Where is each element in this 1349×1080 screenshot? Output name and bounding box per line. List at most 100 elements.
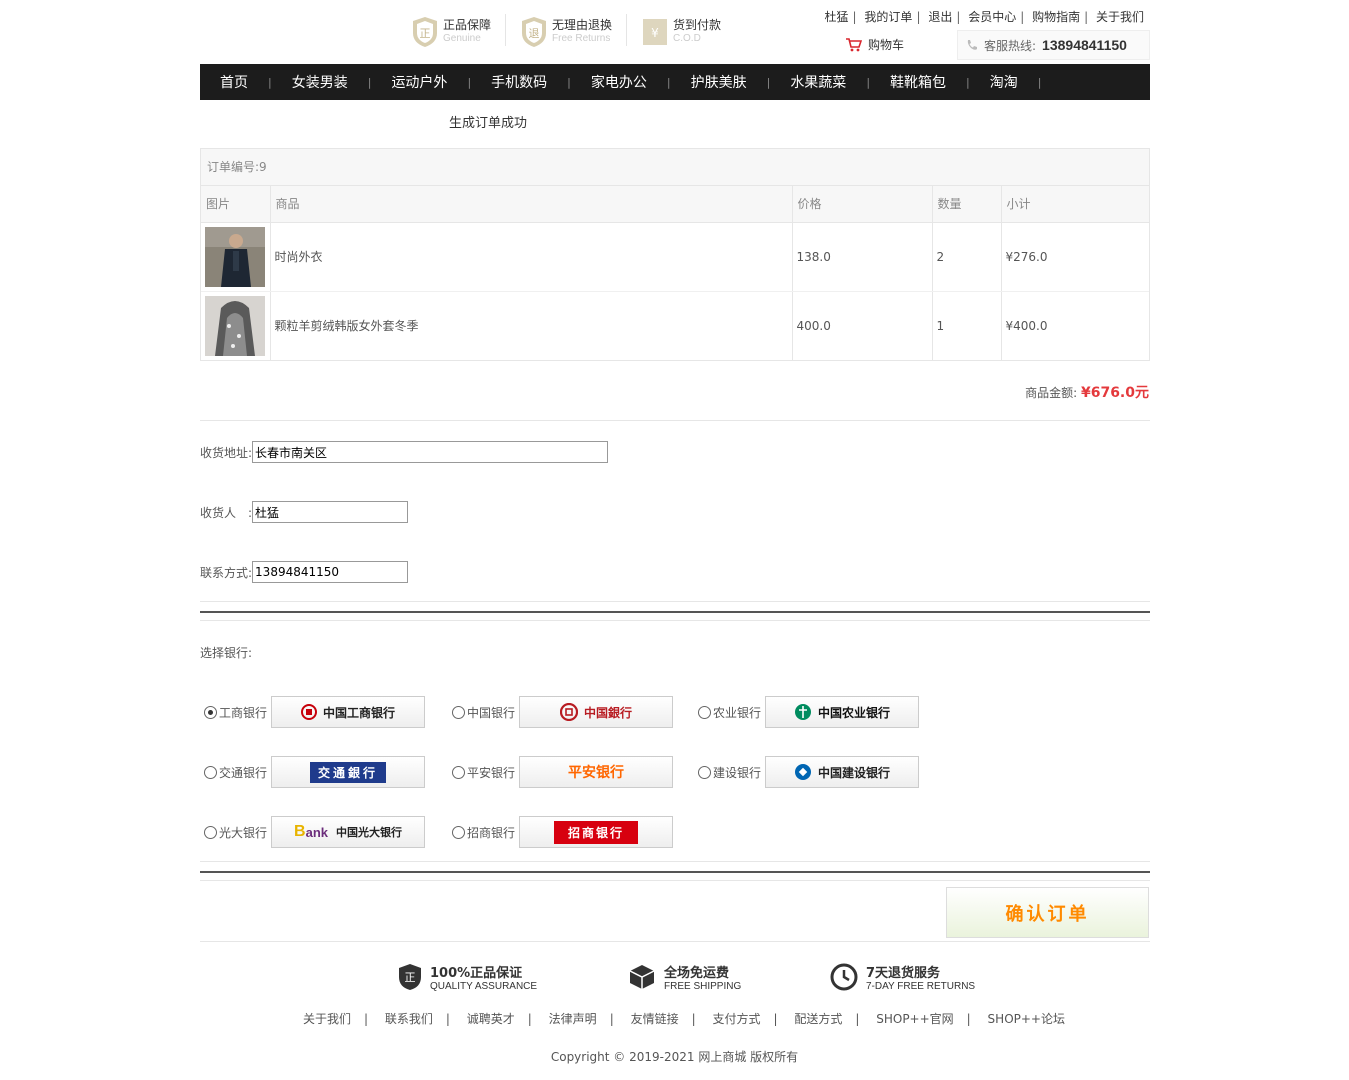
- bank-logo-text-pingan: 平安银行: [568, 765, 625, 781]
- footer-link-contact[interactable]: 联系我们: [385, 1012, 433, 1026]
- bank-logo-boc[interactable]: 中国銀行: [519, 696, 674, 728]
- radio-cmb[interactable]: [452, 825, 465, 839]
- bank-label-ccb: 建设银行: [713, 765, 762, 780]
- footer-link-delivery[interactable]: 配送方式: [794, 1012, 842, 1026]
- nav-item-sports[interactable]: 运动户外: [371, 72, 467, 92]
- my-orders-link[interactable]: 我的订单: [864, 10, 912, 24]
- product-qty: 2: [932, 222, 1002, 292]
- nav-item-clothing[interactable]: 女装男装: [272, 72, 368, 92]
- bank-option-icbc[interactable]: 工商银行 中国工商银行: [204, 696, 426, 728]
- badge-genuine-cn: 正品保障: [443, 18, 492, 32]
- cod-icon: ¥: [643, 19, 668, 45]
- footer-link-legal[interactable]: 法律声明: [549, 1012, 597, 1026]
- radio-bocom[interactable]: [204, 765, 217, 779]
- bank-logo-text-bocom: 交通銀行: [310, 761, 387, 783]
- member-center-link[interactable]: 会员中心: [968, 10, 1016, 24]
- footer-link-payment[interactable]: 支付方式: [712, 1012, 760, 1026]
- cart-icon: [846, 37, 862, 51]
- cart-link[interactable]: 购物车: [846, 36, 904, 53]
- radio-icbc[interactable]: [204, 705, 217, 719]
- nav-item-home[interactable]: 首页: [200, 72, 268, 92]
- guarantee-returns: 7天退货服务 7-DAY FREE RETURNS: [830, 962, 975, 992]
- bank-option-abc[interactable]: 农业银行 中国农业银行: [698, 696, 920, 728]
- product-image[interactable]: [205, 226, 265, 287]
- bank-option-ceb[interactable]: 光大银行 Bank 中国光大银行: [204, 816, 426, 848]
- nav-item-fruit[interactable]: 水果蔬菜: [770, 72, 866, 92]
- bank-option-ccb[interactable]: 建设银行 中国建设银行: [698, 756, 920, 788]
- svg-text:¥: ¥: [651, 26, 659, 40]
- divider: [200, 861, 1150, 862]
- bank-logo-pingan[interactable]: 平安银行: [519, 756, 674, 788]
- divider: [200, 880, 1150, 881]
- col-image: 图片: [201, 186, 271, 223]
- product-name[interactable]: 时尚外衣: [270, 222, 793, 292]
- bank-label-abc: 农业银行: [713, 705, 762, 720]
- nav-item-shoes[interactable]: 鞋靴箱包: [870, 72, 966, 92]
- guarantee-shipping-title: 全场免运费: [664, 966, 730, 981]
- nav-item-appliances[interactable]: 家电办公: [571, 72, 667, 92]
- bank-option-boc[interactable]: 中国银行 中国銀行: [452, 696, 674, 728]
- nav-item-taotao[interactable]: 淘淘: [970, 72, 1038, 92]
- nav-item-digital[interactable]: 手机数码: [471, 72, 567, 92]
- svg-text:正: 正: [420, 27, 431, 40]
- order-total: 商品金额: ¥676.0元: [1025, 382, 1149, 402]
- abc-logo-icon: [795, 704, 811, 720]
- divider: [200, 420, 1150, 421]
- bank-logo-abc[interactable]: 中国农业银行: [765, 696, 920, 728]
- footer-link-about[interactable]: 关于我们: [303, 1012, 351, 1026]
- footer-link-official[interactable]: SHOP++官网: [876, 1012, 953, 1026]
- logout-link[interactable]: 退出: [928, 10, 952, 24]
- order-number: 订单编号:9: [201, 149, 1149, 186]
- product-name[interactable]: 颗粒羊剪绒韩版女外套冬季: [270, 291, 793, 360]
- nav-item-skincare[interactable]: 护肤美肤: [671, 72, 767, 92]
- guarantee-quality-title: 100%正品保证: [430, 966, 523, 981]
- footer-link-jobs[interactable]: 诚聘英才: [467, 1012, 515, 1026]
- divider-dark: [200, 871, 1150, 873]
- user-name-link[interactable]: 杜猛: [825, 10, 849, 24]
- divider-dark: [200, 611, 1150, 613]
- address-input[interactable]: [252, 441, 609, 463]
- bank-logo-text-ceb: 中国光大银行: [336, 826, 402, 839]
- bank-logo-bocom[interactable]: 交通銀行: [271, 756, 426, 788]
- product-subtotal: ¥276.0: [1001, 222, 1149, 292]
- returns-shield-icon: 退: [522, 17, 547, 47]
- shopping-guide-link[interactable]: 购物指南: [1032, 10, 1080, 24]
- bank-option-pingan[interactable]: 平安银行 平安银行: [452, 756, 674, 788]
- ccb-logo-icon: [795, 764, 811, 780]
- bank-logo-icbc[interactable]: 中国工商银行: [271, 696, 426, 728]
- badge-divider: [505, 14, 507, 46]
- bank-label-pingan: 平安银行: [467, 765, 516, 780]
- header-badges: 正 正品保障 Genuine 退 无理由退换 Free Returns ¥ 货到付款…: [411, 14, 721, 50]
- receiver-field-row: 收货人 :: [200, 501, 409, 523]
- confirm-order-button[interactable]: 确认订单: [946, 887, 1149, 938]
- bank-label-boc: 中国银行: [467, 705, 516, 720]
- bank-option-cmb[interactable]: 招商银行 招商银行: [452, 816, 674, 848]
- box-icon: [629, 965, 655, 989]
- guarantee-shipping: 全场免运费 FREE SHIPPING: [628, 962, 741, 992]
- footer-link-friends[interactable]: 友情链接: [631, 1012, 679, 1026]
- radio-abc[interactable]: [698, 705, 711, 719]
- footer-link-forum[interactable]: SHOP++论坛: [988, 1012, 1065, 1026]
- product-price: 400.0: [792, 291, 933, 360]
- table-header-row: 图片 商品 价格 数量 小计: [201, 186, 1149, 223]
- about-us-link[interactable]: 关于我们: [1096, 10, 1144, 24]
- radio-pingan[interactable]: [452, 765, 465, 779]
- icbc-logo-icon: [301, 704, 317, 720]
- badge-cod-en: C.O.D: [673, 33, 701, 44]
- order-table: 订单编号:9 图片 商品 价格 数量 小计 时尚外衣 138.0 2 ¥276.…: [200, 148, 1150, 361]
- bank-logo-ceb[interactable]: Bank 中国光大银行: [271, 816, 426, 848]
- bank-option-bocom[interactable]: 交通银行 交通銀行: [204, 756, 426, 788]
- receiver-input[interactable]: [252, 501, 409, 523]
- radio-ceb[interactable]: [204, 825, 217, 839]
- ceb-logo-mark: B: [294, 823, 306, 840]
- bank-logo-cmb[interactable]: 招商银行: [519, 816, 674, 848]
- bank-logo-text-abc: 中国农业银行: [818, 705, 891, 720]
- col-qty: 数量: [932, 186, 1002, 223]
- radio-boc[interactable]: [452, 705, 465, 719]
- product-image[interactable]: [205, 295, 265, 356]
- product-price: 138.0: [792, 222, 933, 292]
- bank-logo-ccb[interactable]: 中国建设银行: [765, 756, 920, 788]
- radio-ccb[interactable]: [698, 765, 711, 779]
- col-price: 价格: [792, 186, 933, 223]
- phone-input[interactable]: [252, 561, 409, 583]
